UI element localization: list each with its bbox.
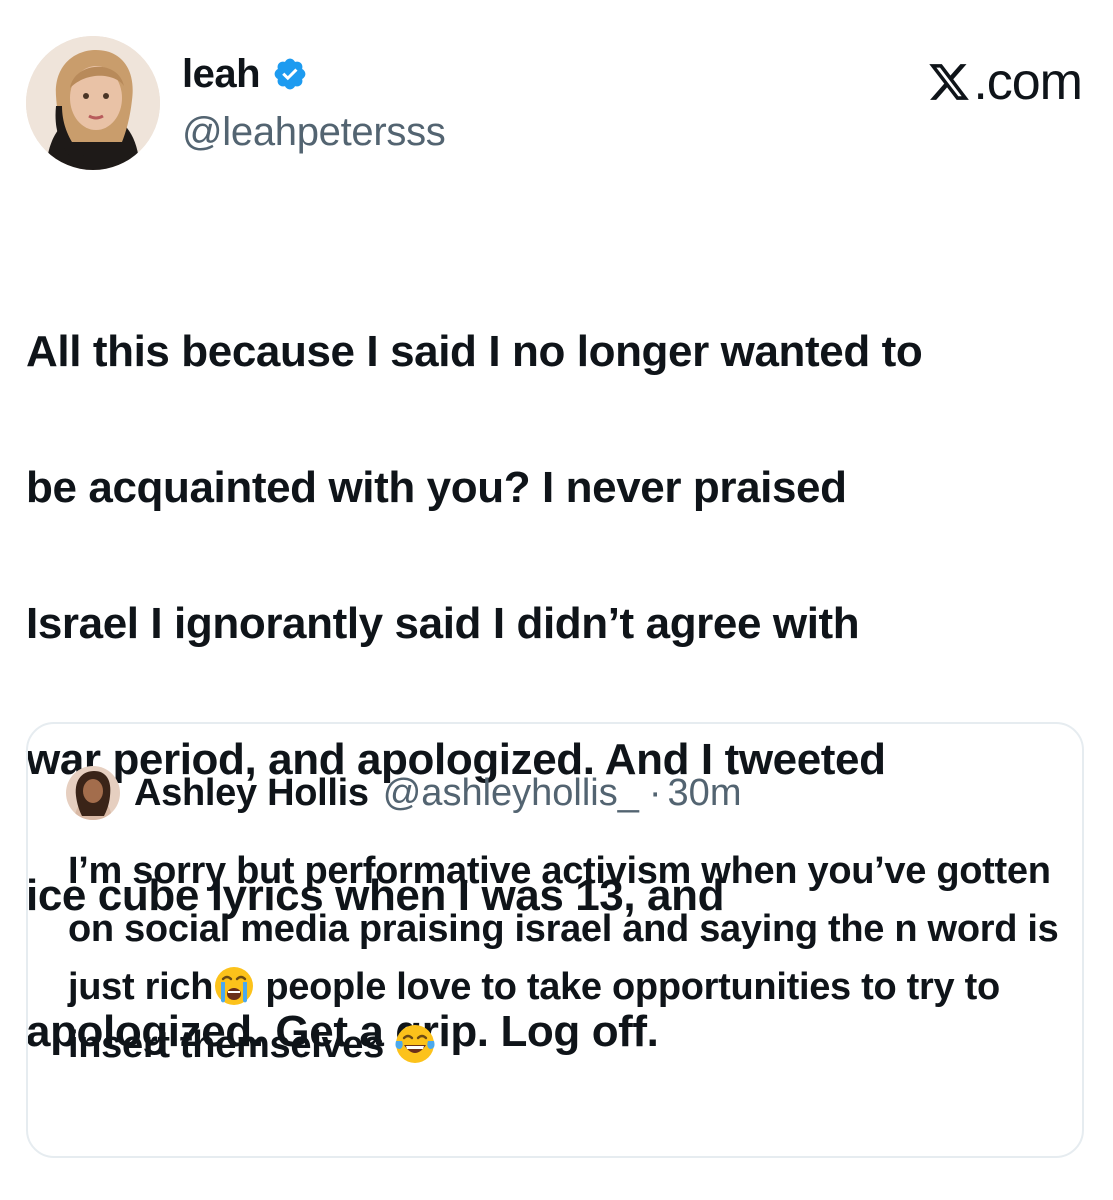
quoted-tweet-timestamp[interactable]: 30m — [668, 772, 742, 815]
quoted-author-avatar[interactable] — [66, 766, 120, 820]
separator-dot: · — [648, 771, 662, 814]
quoted-author-handle[interactable]: @ashleyhollis_ — [383, 772, 639, 815]
author-display-name[interactable]: leah — [182, 52, 261, 97]
quoted-tweet-card[interactable]: Ashley Hollis @ashleyhollis_ · 30m I’m s… — [26, 722, 1084, 1158]
author-avatar[interactable] — [26, 36, 160, 170]
tweet-line: Israel I ignorantly said I didn’t agree … — [26, 599, 860, 648]
profile-photo — [26, 36, 160, 170]
x-brand: .com — [927, 52, 1083, 112]
x-logo-icon — [929, 64, 970, 100]
tweet-line: be acquainted with you? I never praised — [26, 463, 847, 512]
tweet-line: All this because I said I no longer want… — [26, 327, 923, 376]
loudly-crying-face-icon — [213, 965, 255, 1007]
author-handle[interactable]: @leahpetersss — [182, 110, 446, 155]
brand-domain: .com — [973, 53, 1083, 111]
profile-photo — [66, 766, 120, 820]
quoted-tweet-header: Ashley Hollis @ashleyhollis_ · 30m — [66, 766, 741, 820]
quoted-tweet-body: I’m sorry but performative activism when… — [68, 842, 1068, 1074]
quoted-author-display-name[interactable]: Ashley Hollis — [134, 772, 369, 815]
tweet-header: leah @leahpetersss .com — [26, 36, 1086, 172]
face-with-tears-of-joy-icon — [394, 1023, 436, 1065]
verified-badge-icon — [272, 56, 308, 92]
